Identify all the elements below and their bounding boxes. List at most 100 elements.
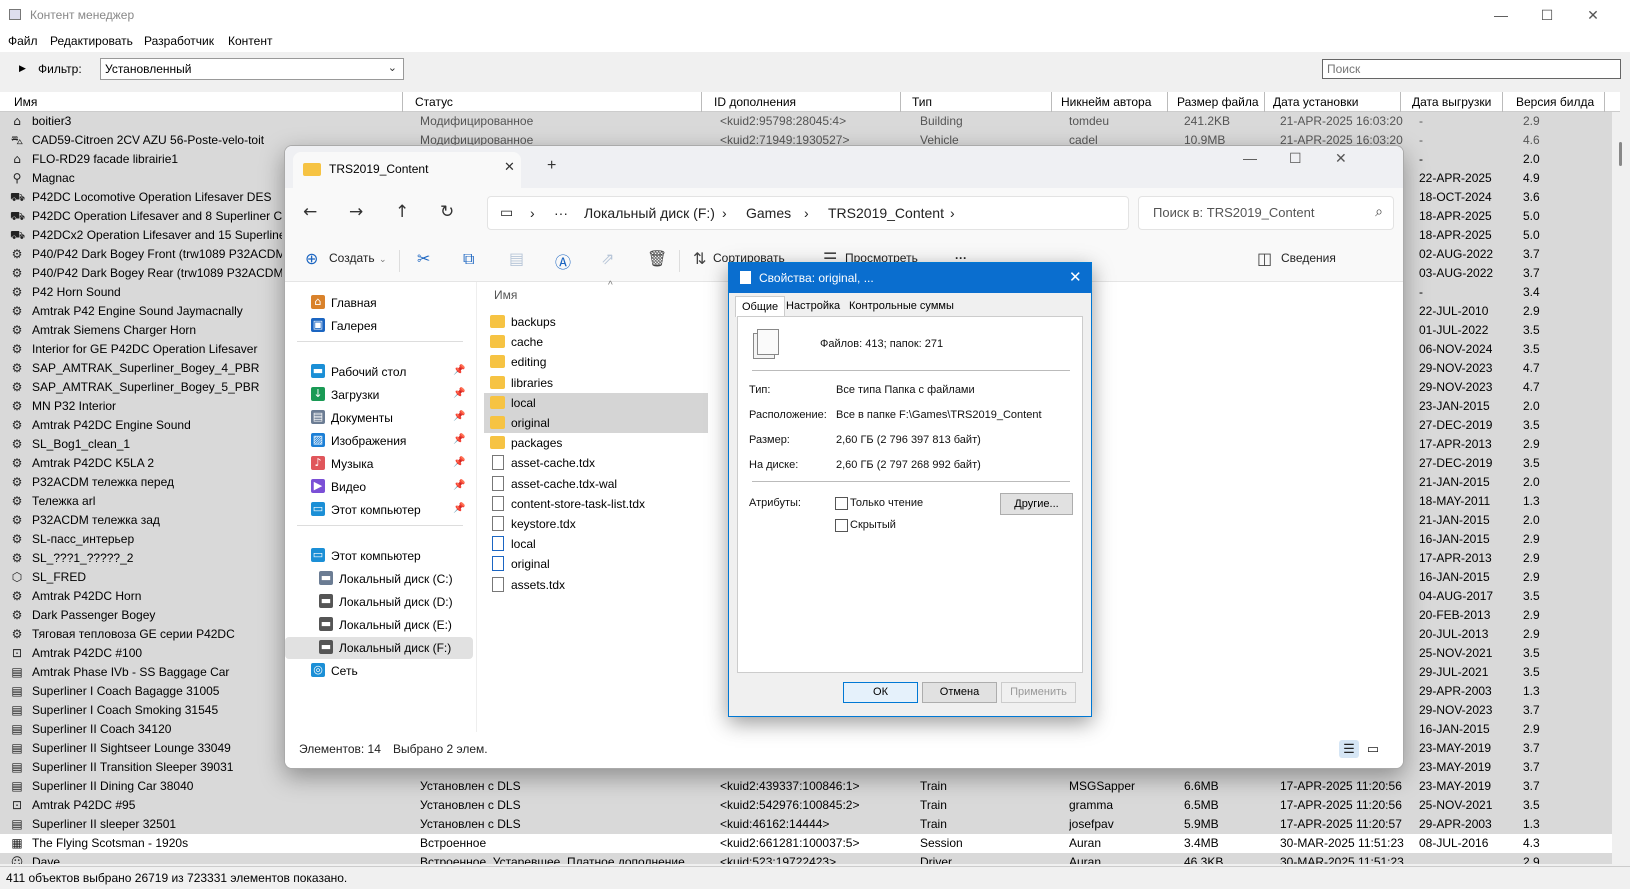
rename-icon[interactable]: Ⓐ xyxy=(555,249,571,273)
sort-icon[interactable]: ⇅ xyxy=(693,249,706,268)
table-row[interactable]: ⊡ Amtrak P42DC #95 Установлен с DLS <kuid2:… xyxy=(0,796,1612,815)
tab-settings[interactable]: Настройка xyxy=(780,296,846,317)
dialog-close-button[interactable]: ✕ xyxy=(1069,268,1082,286)
explorer-close-button[interactable]: ✕ xyxy=(1335,150,1347,167)
column-header[interactable]: Имя xyxy=(14,95,37,109)
nav-network[interactable]: ◎ Сеть xyxy=(285,660,473,682)
nav-this-pc[interactable]: ▭ Этот компьютер xyxy=(285,545,473,567)
new-tab-button[interactable]: + xyxy=(547,157,556,175)
tab-general[interactable]: Общие xyxy=(735,296,786,317)
column-header[interactable]: Статус xyxy=(415,95,453,109)
explorer-tab[interactable]: TRS2019_Content ✕ xyxy=(293,152,521,188)
column-header[interactable]: Размер файла xyxy=(1177,95,1259,109)
pin-icon[interactable]: 📌 xyxy=(453,434,465,445)
column-separator[interactable] xyxy=(1051,92,1052,112)
large-icons-view-icon[interactable]: ▭ xyxy=(1363,740,1383,758)
tab-checksums[interactable]: Контрольные суммы xyxy=(843,296,960,317)
hidden-label[interactable]: Скрытый xyxy=(850,519,896,531)
file-row[interactable]: original xyxy=(484,554,708,574)
nav-drive-f[interactable]: ▬ Локальный диск (F:) xyxy=(285,637,473,659)
file-row[interactable]: keystore.tdx xyxy=(484,514,708,534)
nav-drive-c[interactable]: ▬ Локальный диск (C:) xyxy=(285,568,473,590)
column-separator[interactable] xyxy=(402,92,403,112)
column-name-header[interactable]: Имя xyxy=(494,288,517,302)
address-field[interactable]: ▭ › ··· Локальный диск (F:) › Games › TR… xyxy=(487,196,1129,230)
table-row[interactable]: ☺ Dave Встроенное, Устаревшее, Платное доп… xyxy=(0,853,1612,864)
nav-music[interactable]: ♪ Музыка 📌 xyxy=(285,453,473,475)
pin-icon[interactable]: 📌 xyxy=(453,411,465,422)
menu-developer[interactable]: Разработчик xyxy=(144,34,214,48)
cut-icon[interactable]: ✂ xyxy=(417,249,430,268)
nav-desktop[interactable]: ▬ Рабочий стол 📌 xyxy=(285,361,473,383)
file-row[interactable]: backups xyxy=(484,312,708,332)
file-row[interactable]: editing xyxy=(484,352,708,372)
column-separator[interactable] xyxy=(1400,92,1401,112)
details-button[interactable]: Сведения xyxy=(1281,251,1336,265)
cm-maximize-button[interactable]: ☐ xyxy=(1524,0,1570,30)
file-row[interactable]: original xyxy=(484,413,708,433)
file-row[interactable]: local xyxy=(484,392,708,413)
column-header[interactable]: Никнейм автора xyxy=(1061,95,1151,109)
hidden-checkbox[interactable] xyxy=(835,519,848,532)
pin-icon[interactable]: 📌 xyxy=(453,365,465,376)
explorer-minimize-button[interactable]: — xyxy=(1243,150,1257,166)
file-row[interactable]: content-store-task-list.tdx xyxy=(484,494,708,514)
table-row[interactable]: ▤ Superliner II sleeper 32501 Установлен с… xyxy=(0,815,1612,834)
share-icon[interactable]: ⇗ xyxy=(601,249,614,268)
table-row[interactable]: ⌂ boitier3 Модифицированное <kuid2:95798:28… xyxy=(0,112,1612,131)
cm-search-input[interactable] xyxy=(1322,59,1621,79)
forward-arrow-icon[interactable]: → xyxy=(349,202,363,222)
details-pane-icon[interactable]: ◫ xyxy=(1257,249,1272,268)
menu-edit[interactable]: Редактировать xyxy=(50,34,133,48)
pin-icon[interactable]: 📌 xyxy=(453,457,465,468)
column-separator[interactable] xyxy=(1167,92,1168,112)
menu-file[interactable]: Файл xyxy=(8,34,38,48)
up-arrow-icon[interactable]: ↑ xyxy=(395,202,409,222)
column-separator[interactable] xyxy=(1604,92,1605,112)
column-separator[interactable] xyxy=(900,92,901,112)
table-row[interactable]: ▤ Superliner II Dining Car 38040 Установле… xyxy=(0,777,1612,796)
nav-drive-d[interactable]: ▬ Локальный диск (D:) xyxy=(285,591,473,613)
readonly-checkbox[interactable] xyxy=(835,497,848,510)
refresh-icon[interactable]: ↻ xyxy=(440,202,454,222)
nav-documents[interactable]: ▤ Документы 📌 xyxy=(285,407,473,429)
apply-button[interactable]: Применить xyxy=(1001,682,1076,703)
menu-content[interactable]: Контент xyxy=(228,34,272,48)
other-attributes-button[interactable]: Другие... xyxy=(1000,493,1073,515)
column-header[interactable]: Версия билда xyxy=(1516,95,1594,109)
file-row[interactable]: packages xyxy=(484,433,708,453)
copy-icon[interactable]: ⧉ xyxy=(463,249,474,269)
expand-filter-icon[interactable]: ▶ xyxy=(19,63,26,74)
column-header[interactable]: Тип xyxy=(912,95,932,109)
nav-downloads[interactable]: ↓ Загрузки 📌 xyxy=(285,384,473,406)
column-separator[interactable] xyxy=(1502,92,1503,112)
back-arrow-icon[interactable]: ← xyxy=(303,202,317,222)
file-row[interactable]: asset-cache.tdx xyxy=(484,453,708,473)
breadcrumb-folder[interactable]: TRS2019_Content xyxy=(828,205,944,221)
explorer-search-input[interactable]: Поиск в: TRS2019_Content ⌕ xyxy=(1138,196,1394,230)
column-separator[interactable] xyxy=(1264,92,1265,112)
cm-minimize-button[interactable]: — xyxy=(1478,0,1524,30)
nav-video[interactable]: ▶ Видео 📌 xyxy=(285,476,473,498)
tab-close-icon[interactable]: ✕ xyxy=(504,159,515,175)
pin-icon[interactable]: 📌 xyxy=(453,388,465,399)
nav-home[interactable]: ⌂ Главная xyxy=(285,292,473,314)
breadcrumb-drive[interactable]: Локальный диск (F:) xyxy=(584,205,715,221)
filter-select[interactable]: Установленный ⌄ xyxy=(100,58,404,80)
column-header[interactable]: ID дополнения xyxy=(714,95,796,109)
ok-button[interactable]: ОК xyxy=(843,682,918,703)
nav-this-pc-pinned[interactable]: ▭ Этот компьютер 📌 xyxy=(285,499,473,521)
breadcrumb-more[interactable]: ··· xyxy=(554,205,568,221)
plus-circle-icon[interactable]: ⊕ xyxy=(305,249,318,268)
paste-icon[interactable]: ▤ xyxy=(509,249,524,268)
readonly-label[interactable]: Только чтение xyxy=(850,497,923,509)
explorer-maximize-button[interactable]: ☐ xyxy=(1289,150,1302,167)
file-row[interactable]: assets.tdx xyxy=(484,575,708,595)
column-header[interactable]: Дата выгрузки xyxy=(1412,95,1491,109)
file-row[interactable]: asset-cache.tdx-wal xyxy=(484,474,708,494)
delete-icon[interactable]: 🗑 xyxy=(647,249,667,268)
column-header[interactable]: Дата установки xyxy=(1273,95,1358,109)
breadcrumb-games[interactable]: Games xyxy=(746,205,791,221)
table-row[interactable]: ▦ The Flying Scotsman - 1920s Встроенное <k… xyxy=(0,834,1612,853)
nav-drive-e[interactable]: ▬ Локальный диск (E:) xyxy=(285,614,473,636)
